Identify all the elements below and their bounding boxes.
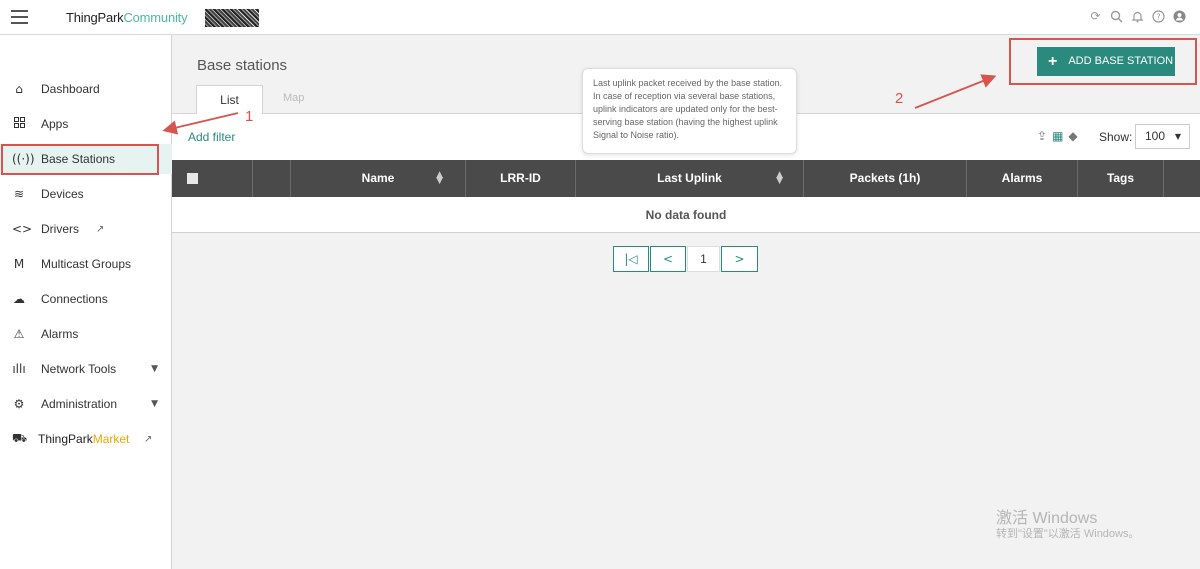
annotation-arrows — [162, 74, 997, 135]
annotation-label-2: 2 — [895, 90, 904, 107]
annotation-label-1: 1 — [245, 108, 254, 125]
windows-watermark-subtitle: 转到"设置"以激活 Windows。 — [996, 528, 1140, 540]
